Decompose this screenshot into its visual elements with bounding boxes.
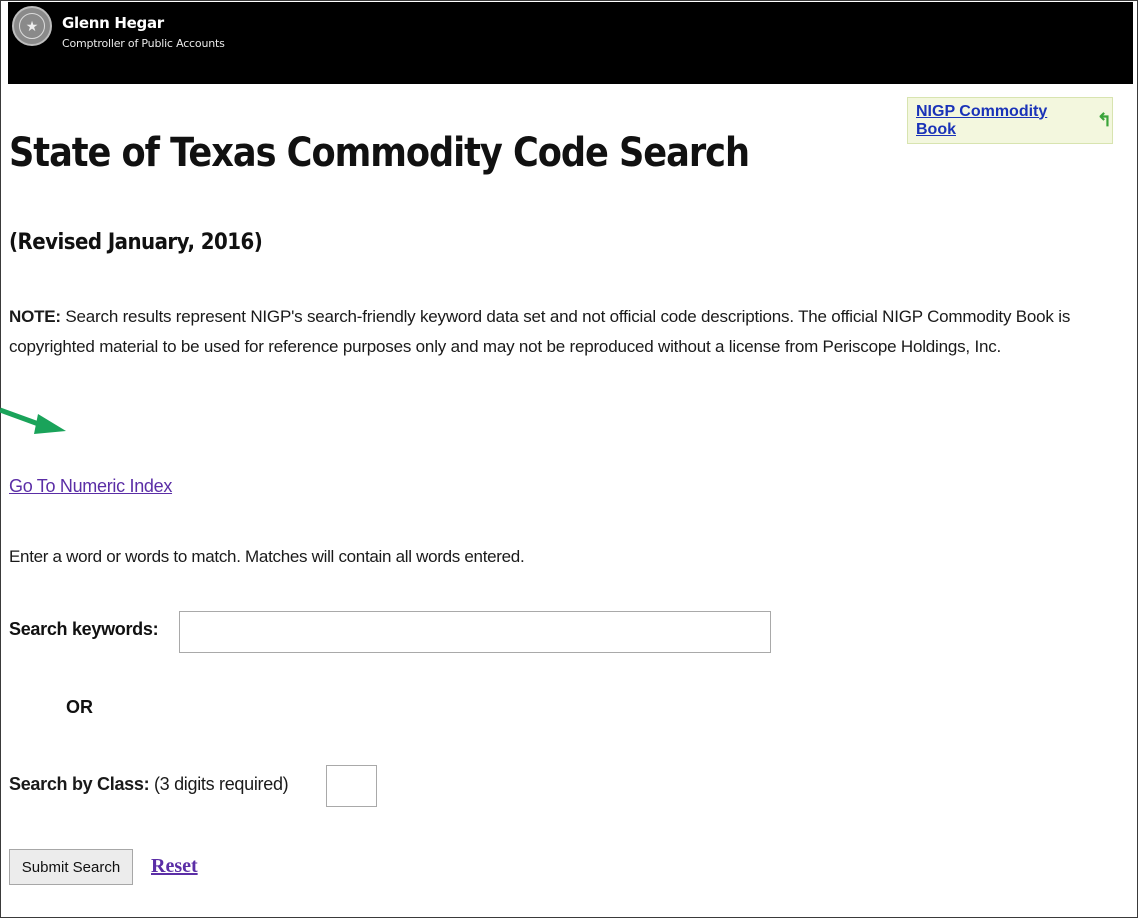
class-digits-hint: (3 digits required) bbox=[149, 774, 289, 794]
return-arrow-icon: ↰ bbox=[1096, 110, 1112, 130]
submit-search-button[interactable]: Submit Search bbox=[9, 849, 133, 885]
comptroller-name: Glenn Hegar bbox=[62, 14, 164, 32]
site-header: ★ Glenn Hegar Comptroller of Public Acco… bbox=[8, 2, 1133, 84]
note-text: Search results represent NIGP's search-f… bbox=[9, 307, 1071, 356]
search-instructions: Enter a word or words to match. Matches … bbox=[9, 547, 525, 566]
note-paragraph: NOTE: Search results represent NIGP's se… bbox=[9, 302, 1129, 362]
search-keywords-label: Search keywords: bbox=[9, 619, 159, 639]
page-title: State of Texas Commodity Code Search bbox=[9, 130, 750, 176]
search-class-input[interactable] bbox=[326, 765, 377, 807]
green-pointer-arrow-icon bbox=[0, 407, 66, 434]
comptroller-office: Comptroller of Public Accounts bbox=[62, 37, 225, 50]
revision-date: (Revised January, 2016) bbox=[9, 230, 263, 255]
state-seal-icon[interactable]: ★ bbox=[12, 6, 52, 46]
or-separator: OR bbox=[66, 697, 93, 717]
nigp-commodity-book-link[interactable]: NIGP Commodity Book bbox=[916, 103, 1091, 139]
search-keywords-input[interactable] bbox=[179, 611, 771, 653]
search-by-class-title: Search by Class: bbox=[9, 774, 150, 794]
search-by-class-label: Search by Class: (3 digits required) bbox=[9, 774, 289, 795]
commodity-book-box: NIGP Commodity Book ↰ bbox=[907, 97, 1113, 144]
reset-link[interactable]: Reset bbox=[151, 855, 198, 878]
numeric-index-link[interactable]: Go To Numeric Index bbox=[9, 476, 172, 497]
seal-star-icon: ★ bbox=[19, 13, 45, 39]
note-label: NOTE: bbox=[9, 307, 61, 326]
